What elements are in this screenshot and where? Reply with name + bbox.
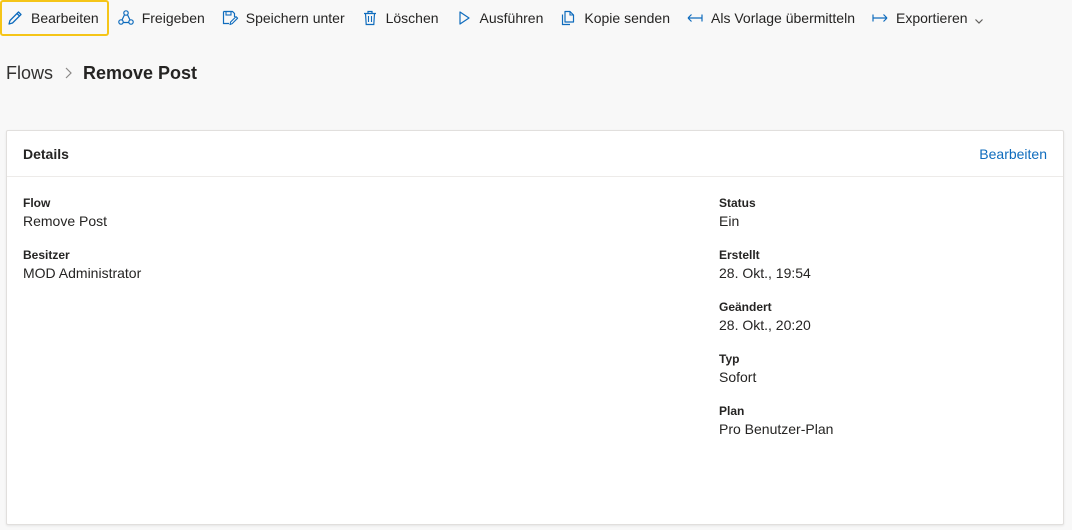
field-modified: Geändert 28. Okt., 20:20	[719, 299, 833, 335]
run-button[interactable]: Ausführen	[447, 0, 552, 36]
copy-icon	[559, 9, 577, 27]
field-status: Status Ein	[719, 195, 833, 231]
command-bar: Bearbeiten Freigeben Speichern unter Lös…	[0, 0, 1072, 36]
send-copy-button-label: Kopie senden	[584, 10, 671, 26]
share-button-label: Freigeben	[141, 10, 205, 26]
submit-template-button-label: Als Vorlage übermitteln	[711, 10, 855, 26]
details-right-column: Status Ein Erstellt 28. Okt., 19:54 Geän…	[719, 195, 833, 455]
field-value: 28. Okt., 20:20	[719, 317, 811, 333]
details-left-column: Flow Remove Post Besitzer MOD Administra…	[23, 195, 141, 299]
field-value: MOD Administrator	[23, 265, 142, 281]
field-value: Ein	[719, 213, 740, 229]
field-value: Sofort	[719, 369, 757, 385]
send-copy-button[interactable]: Kopie senden	[551, 0, 678, 36]
delete-button[interactable]: Löschen	[353, 0, 447, 36]
breadcrumb-flows-link[interactable]: Flows	[6, 63, 53, 84]
details-edit-link[interactable]: Bearbeiten	[979, 146, 1047, 162]
submit-template-button[interactable]: Als Vorlage übermitteln	[678, 0, 863, 36]
field-owner: Besitzer MOD Administrator	[23, 247, 141, 283]
field-value: 28. Okt., 19:54	[719, 265, 811, 281]
field-label: Geändert	[719, 300, 772, 314]
field-value: Pro Benutzer-Plan	[719, 421, 834, 437]
export-arrow-icon	[871, 9, 889, 27]
field-flow: Flow Remove Post	[23, 195, 141, 231]
field-value: Remove Post	[23, 213, 108, 229]
breadcrumb: Flows Remove Post	[6, 60, 197, 86]
field-label: Status	[719, 196, 756, 210]
field-label: Plan	[719, 404, 745, 418]
edit-button[interactable]: Bearbeiten	[0, 0, 109, 36]
field-created: Erstellt 28. Okt., 19:54	[719, 247, 833, 283]
chevron-right-icon	[63, 66, 73, 80]
field-plan: Plan Pro Benutzer-Plan	[719, 403, 833, 439]
delete-button-label: Löschen	[385, 10, 439, 26]
details-title: Details	[23, 145, 69, 162]
export-button-label: Exportieren	[895, 10, 968, 26]
save-as-button-label: Speichern unter	[245, 10, 345, 26]
play-icon	[455, 9, 473, 27]
field-type: Typ Sofort	[719, 351, 833, 387]
field-label: Erstellt	[719, 248, 760, 262]
run-button-label: Ausführen	[479, 10, 544, 26]
submit-arrow-icon	[686, 9, 704, 27]
chevron-down-icon	[974, 13, 984, 24]
save-as-icon	[221, 9, 239, 27]
page-title: Remove Post	[83, 62, 198, 83]
pencil-icon	[6, 9, 24, 27]
field-label: Besitzer	[23, 248, 70, 262]
trash-icon	[361, 9, 379, 27]
field-label: Flow	[23, 196, 51, 210]
details-card: Details Bearbeiten Flow Remove Post Besi…	[6, 130, 1064, 525]
field-label: Typ	[719, 352, 740, 366]
share-button[interactable]: Freigeben	[109, 0, 213, 36]
export-button[interactable]: Exportieren	[863, 0, 992, 36]
details-card-header: Details Bearbeiten	[7, 131, 1063, 177]
save-as-button[interactable]: Speichern unter	[213, 0, 353, 36]
share-icon	[117, 9, 135, 27]
edit-button-label: Bearbeiten	[31, 10, 99, 26]
